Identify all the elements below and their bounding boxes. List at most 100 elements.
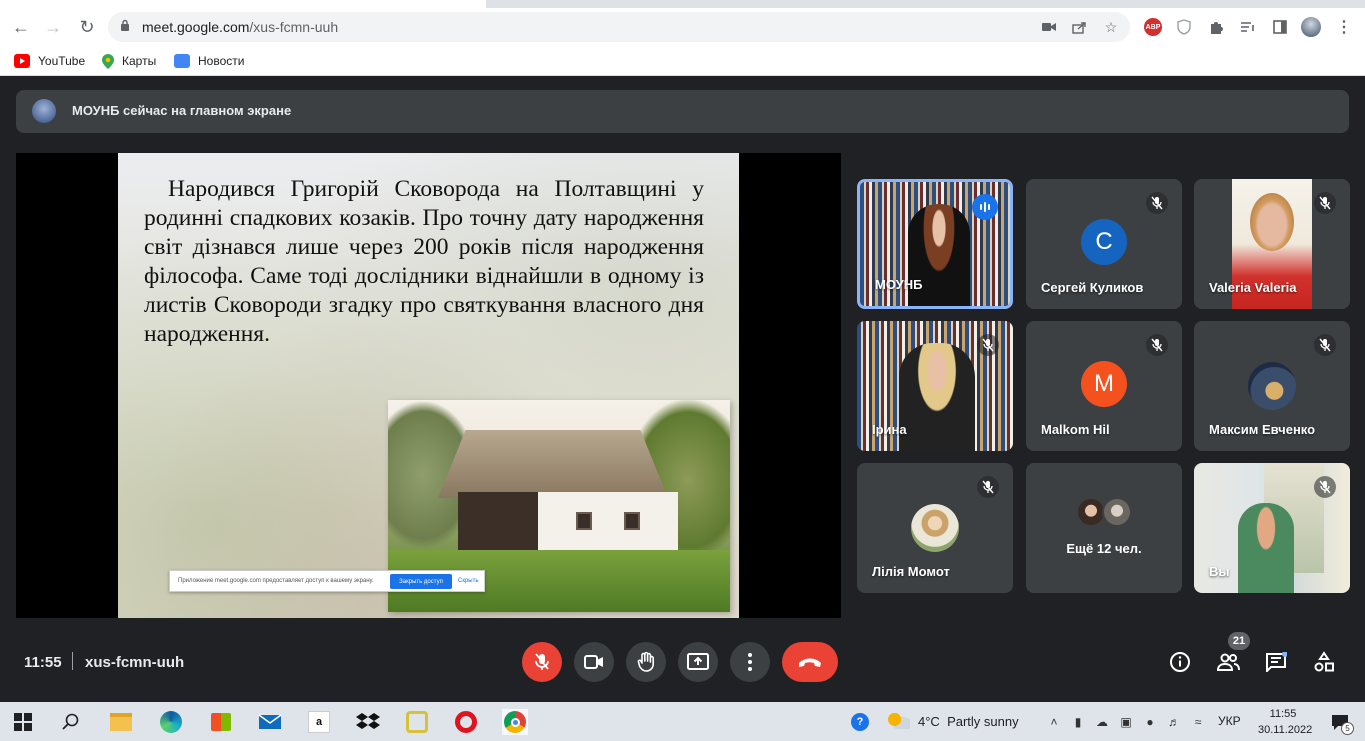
speaker-icon[interactable]: ♬ [1166,714,1182,730]
participant-name: Сергей Куликов [1041,280,1144,295]
mic-off-icon [1146,192,1168,214]
share-message: Приложение meet.google.com предоставляет… [178,578,374,584]
participant-tile-valeria[interactable]: Valeria Valeria [1194,179,1350,309]
participant-tile-more[interactable]: Ещё 12 чел. [1026,463,1182,593]
participant-avatar: С [1081,219,1127,265]
participant-name: Ірина [872,422,907,437]
participant-tile-malkom[interactable]: M Malkom Hil [1026,321,1182,451]
video-camera-icon[interactable] [1040,18,1058,36]
maps-icon [102,54,114,69]
participant-count-badge: 21 [1228,632,1250,650]
bookmarks-bar: YouTube Карты Новости [0,46,1365,76]
present-icon [687,653,709,670]
activities-icon[interactable] [1312,650,1336,674]
more-vert-icon[interactable]: ⋮ [1334,17,1354,37]
hang-up-icon [799,658,821,667]
notifications-icon[interactable]: 5 [1326,714,1354,735]
windows-start-icon[interactable] [10,709,36,735]
app-icon-yellow[interactable] [404,709,430,735]
network-icon[interactable]: ≈ [1190,714,1206,730]
participant-name: МОУНБ [875,277,923,292]
meeting-info-icon[interactable] [1168,650,1192,674]
participant-tile-sergey[interactable]: С Сергей Куликов [1026,179,1182,309]
reading-list-icon[interactable] [1238,17,1258,37]
chevron-up-icon[interactable]: ˄ [1046,714,1062,730]
participant-avatar [1248,362,1296,410]
bookmark-maps[interactable]: Карты [102,52,156,70]
participant-tile-irina[interactable]: Ірина [857,321,1013,451]
profile-avatar[interactable] [1301,17,1321,37]
system-clock[interactable]: 11:55 30.11.2022 [1258,706,1313,738]
participant-tile-you[interactable]: Вы [1194,463,1350,593]
participant-name: Вы [1209,564,1230,579]
notification-count: 5 [1341,722,1354,735]
mic-off-icon [1146,334,1168,356]
amazon-icon[interactable]: a [306,709,332,735]
address-bar[interactable]: meet.google.com/xus-fcmn-uuh ☆ [108,12,1130,42]
bookmark-youtube[interactable]: YouTube [14,52,85,70]
photo-window [576,512,592,530]
participant-avatar: M [1081,361,1127,407]
participant-avatar [911,504,959,552]
search-icon[interactable] [58,709,84,735]
stop-sharing-button[interactable]: Закрыть доступ [390,574,452,589]
mic-off-icon [1314,476,1336,498]
bookmark-news[interactable]: Новости [174,52,244,70]
store-icon[interactable] [208,709,234,735]
mic-off-icon [1314,192,1336,214]
present-screen-button[interactable] [678,642,718,682]
battery-icon[interactable]: ▮ [1070,714,1086,730]
participants-icon[interactable] [1216,650,1240,674]
participant-tile-mounb[interactable]: МОУНБ [857,179,1013,309]
presentation-slide: Народився Григорій Сковорода на Полтавщи… [118,153,739,618]
star-icon[interactable]: ☆ [1102,18,1120,36]
back-icon[interactable]: ← [8,14,34,40]
file-explorer-icon[interactable] [108,709,134,735]
microphone-icon[interactable]: ● [1142,714,1158,730]
bookmark-label: Новости [198,54,245,68]
windows-taskbar: a ? 4°C Partly sunny ˄ ▮ ☁ ▣ ● ♬ ≈ УКР 1… [0,702,1365,741]
camera-toggle-button[interactable] [574,642,614,682]
help-icon[interactable]: ? [850,713,870,731]
chat-icon[interactable] [1264,650,1288,674]
share-icon[interactable] [1070,18,1088,36]
cloud-icon[interactable]: ☁ [1094,714,1110,730]
presentation-stage[interactable]: Народився Григорій Сковорода на Полтавщи… [16,153,841,618]
chrome-icon[interactable] [502,709,528,735]
input-language[interactable]: УКР [1218,714,1241,728]
tab-strip [0,0,1365,8]
weather-widget[interactable]: 4°C Partly sunny [888,713,1019,729]
opera-icon[interactable] [453,709,479,735]
device-icon[interactable]: ▣ [1118,714,1134,730]
forward-icon[interactable]: → [40,14,66,40]
mic-toggle-button[interactable] [522,642,562,682]
hide-share-bar-button[interactable]: Скрыть [458,578,478,584]
meet-window: МОУНБ сейчас на главном экране Народився… [0,77,1365,702]
participant-figure [908,204,970,306]
reload-icon[interactable]: ↻ [74,14,100,40]
participant-name: Лілія Момот [872,564,950,579]
leave-call-button[interactable] [782,642,838,682]
photo-roof [438,430,668,498]
system-time: 11:55 [1269,708,1297,720]
weather-temp: 4°C [918,713,940,729]
more-participant-avatar [1102,497,1132,527]
video-camera-icon [584,655,603,669]
raise-hand-button[interactable] [626,642,666,682]
meet-controls-bar: 11:55 xus-fcmn-uuh 21 [0,632,1365,692]
participant-tile-liliya[interactable]: Лілія Момот [857,463,1013,593]
system-date: 30.11.2022 [1258,724,1313,736]
participant-name: Valeria Valeria [1209,280,1297,295]
side-panel-icon[interactable] [1270,17,1290,37]
active-tab[interactable] [0,0,486,8]
more-vert-icon [748,653,752,671]
dropbox-icon[interactable] [355,709,381,735]
mail-icon[interactable] [257,709,283,735]
puzzle-icon[interactable] [1206,17,1226,37]
abp-icon[interactable]: ABP [1143,17,1163,37]
participant-tile-maksim[interactable]: Максим Евченко [1194,321,1350,451]
youtube-icon [14,54,30,68]
more-options-button[interactable] [730,642,770,682]
edge-icon[interactable] [158,709,184,735]
shield-icon[interactable] [1174,17,1194,37]
